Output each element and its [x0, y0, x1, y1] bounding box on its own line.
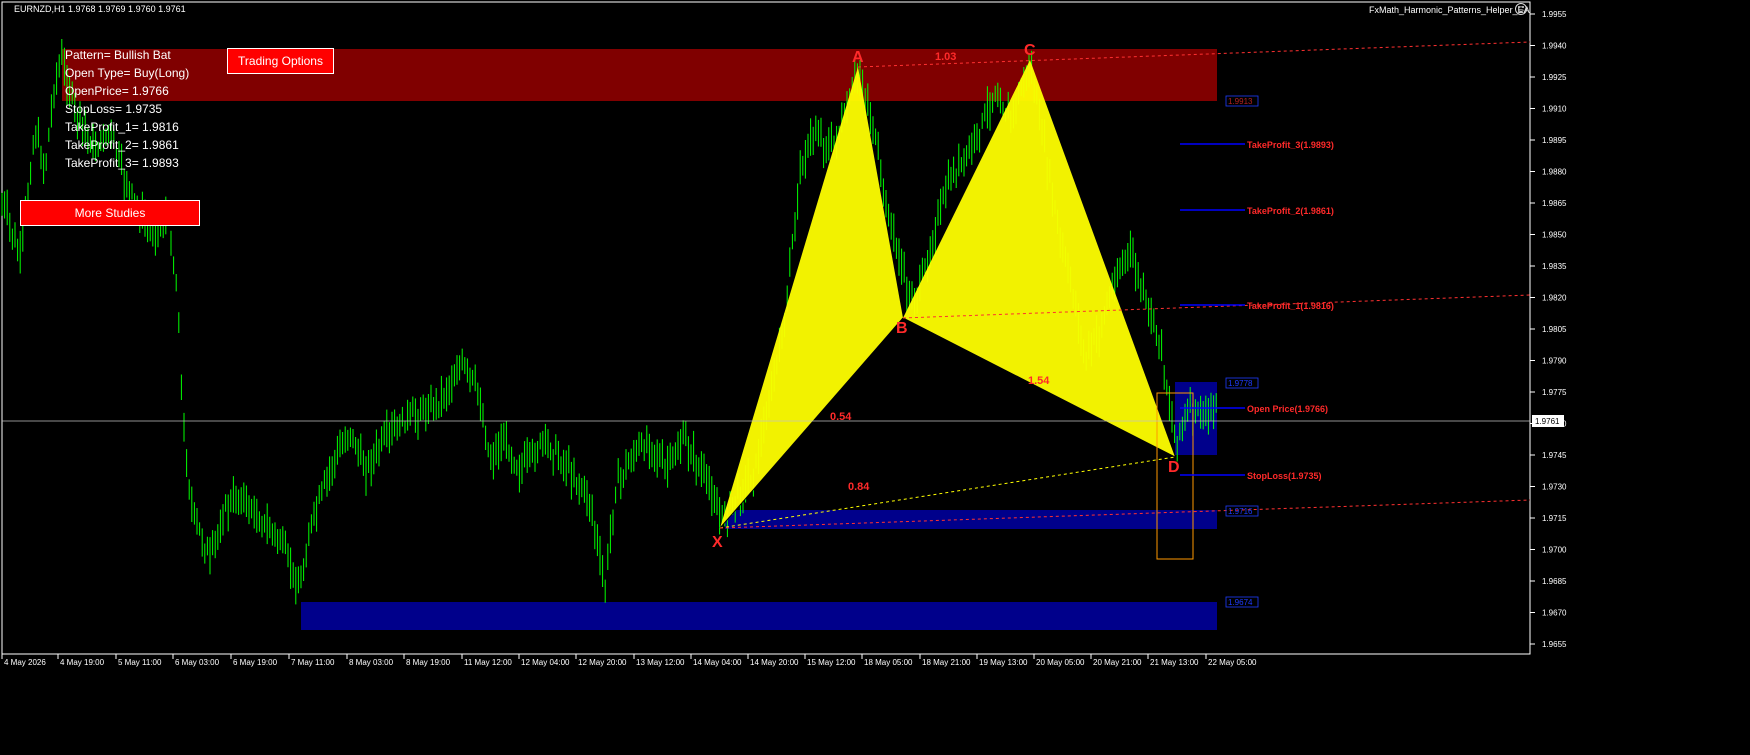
- x-tick-label: 8 May 03:00: [349, 658, 394, 667]
- y-tick-label: 1.9880: [1542, 168, 1567, 177]
- info-pattern: Pattern= Bullish Bat: [65, 48, 171, 62]
- stoploss-label: StopLoss(1.9735): [1247, 471, 1322, 481]
- y-tick-label: 1.9790: [1542, 357, 1567, 366]
- x-tick-label: 8 May 19:00: [406, 658, 451, 667]
- x-tick-label: 12 May 20:00: [578, 658, 627, 667]
- y-tick-label: 1.9820: [1542, 294, 1567, 303]
- info-takeprofit-3: TakeProfit_3= 1.9893: [65, 156, 179, 170]
- zone-label-low: 1.9716: [1228, 507, 1253, 516]
- x-tick-label: 14 May 04:00: [693, 658, 742, 667]
- y-tick-label: 1.9910: [1542, 105, 1567, 114]
- pattern-point-c: C: [1024, 42, 1036, 59]
- pattern-point-d: D: [1168, 459, 1180, 476]
- y-tick-label: 1.9670: [1542, 609, 1567, 618]
- x-tick-label: 21 May 13:00: [1150, 658, 1199, 667]
- x-tick-label: 5 May 11:00: [118, 658, 162, 667]
- ratio-bd: 1.54: [1028, 375, 1050, 387]
- pattern-point-a: A: [852, 49, 864, 66]
- y-tick-label: 1.9850: [1542, 231, 1567, 240]
- x-tick-label: 18 May 21:00: [922, 658, 971, 667]
- zone-label-upper: 1.9913: [1228, 97, 1253, 106]
- y-tick-label: 1.9700: [1542, 546, 1567, 555]
- smiley-icon[interactable]: [1515, 3, 1527, 15]
- x-tick-label: 22 May 05:00: [1208, 658, 1257, 667]
- x-tick-label: 13 May 12:00: [636, 658, 685, 667]
- current-price-label: 1.9761: [1535, 417, 1560, 426]
- y-tick-label: 1.9745: [1542, 451, 1567, 460]
- takeprofit-3-label: TakeProfit_3(1.9893): [1247, 140, 1334, 150]
- y-tick-label: 1.9835: [1542, 262, 1567, 271]
- x-tick-label: 20 May 21:00: [1093, 658, 1142, 667]
- y-tick-label: 1.9805: [1542, 325, 1567, 334]
- x-tick-label: 11 May 12:00: [464, 658, 512, 667]
- y-tick-label: 1.9940: [1542, 42, 1567, 51]
- chart-canvas[interactable]: TakeProfit_3(1.9893) TakeProfit_2(1.9861)…: [0, 0, 1750, 750]
- ratio-xd: 0.84: [848, 481, 870, 493]
- takeprofit-2-label: TakeProfit_2(1.9861): [1247, 206, 1334, 216]
- x-tick-label: 6 May 03:00: [175, 658, 220, 667]
- y-tick-label: 1.9865: [1542, 199, 1567, 208]
- info-takeprofit-1: TakeProfit_1= 1.9816: [65, 120, 179, 134]
- y-tick-label: 1.9730: [1542, 483, 1567, 492]
- y-tick-label: 1.9655: [1542, 640, 1567, 649]
- y-tick-label: 1.9775: [1542, 388, 1567, 397]
- demand-zone-bottom: [301, 602, 1217, 630]
- symbol-ohlc: EURNZD,H1 1.9768 1.9769 1.9760 1.9761: [14, 4, 186, 14]
- info-open-type: Open Type= Buy(Long): [65, 66, 190, 80]
- x-tick-label: 14 May 20:00: [750, 658, 799, 667]
- trading-options-button[interactable]: Trading Options: [227, 48, 334, 74]
- x-tick-label: 20 May 05:00: [1036, 658, 1085, 667]
- y-tick-label: 1.9895: [1542, 136, 1567, 145]
- price-chart[interactable]: TakeProfit_3(1.9893) TakeProfit_2(1.9861)…: [0, 0, 1750, 750]
- demand-zone-low: [725, 510, 1217, 529]
- zone-label-mid: 1.9778: [1228, 379, 1253, 388]
- ratio-ac: 1.03: [935, 51, 956, 63]
- y-tick-label: 1.9685: [1542, 577, 1567, 586]
- more-studies-button[interactable]: More Studies: [20, 200, 200, 226]
- ratio-xb: 0.54: [830, 411, 852, 423]
- open-price-label: Open Price(1.9766): [1247, 404, 1328, 414]
- info-stoploss: StopLoss= 1.9735: [65, 102, 163, 116]
- y-tick-label: 1.9925: [1542, 73, 1567, 82]
- pattern-point-x: X: [712, 534, 723, 551]
- x-tick-label: 12 May 04:00: [521, 658, 570, 667]
- ea-name: FxMath_Harmonic_Patterns_Helper_EA: [1369, 5, 1530, 15]
- y-tick-label: 1.9955: [1542, 10, 1567, 19]
- pattern-point-b: B: [896, 320, 908, 337]
- info-takeprofit-2: TakeProfit_2= 1.9861: [65, 138, 179, 152]
- pattern-triangle-bcd: [903, 60, 1175, 457]
- info-open-price: OpenPrice= 1.9766: [65, 84, 169, 98]
- x-tick-label: 7 May 11:00: [291, 658, 335, 667]
- x-tick-label: 4 May 2026: [4, 658, 46, 667]
- zone-label-bottom: 1.9674: [1228, 598, 1253, 607]
- x-tick-label: 4 May 19:00: [60, 658, 105, 667]
- x-tick-label: 15 May 12:00: [807, 658, 856, 667]
- takeprofit-1-label: TakeProfit_1(1.9816): [1247, 301, 1334, 311]
- y-tick-label: 1.9715: [1542, 514, 1567, 523]
- x-tick-label: 18 May 05:00: [864, 658, 913, 667]
- x-tick-label: 19 May 13:00: [979, 658, 1028, 667]
- x-tick-label: 6 May 19:00: [233, 658, 278, 667]
